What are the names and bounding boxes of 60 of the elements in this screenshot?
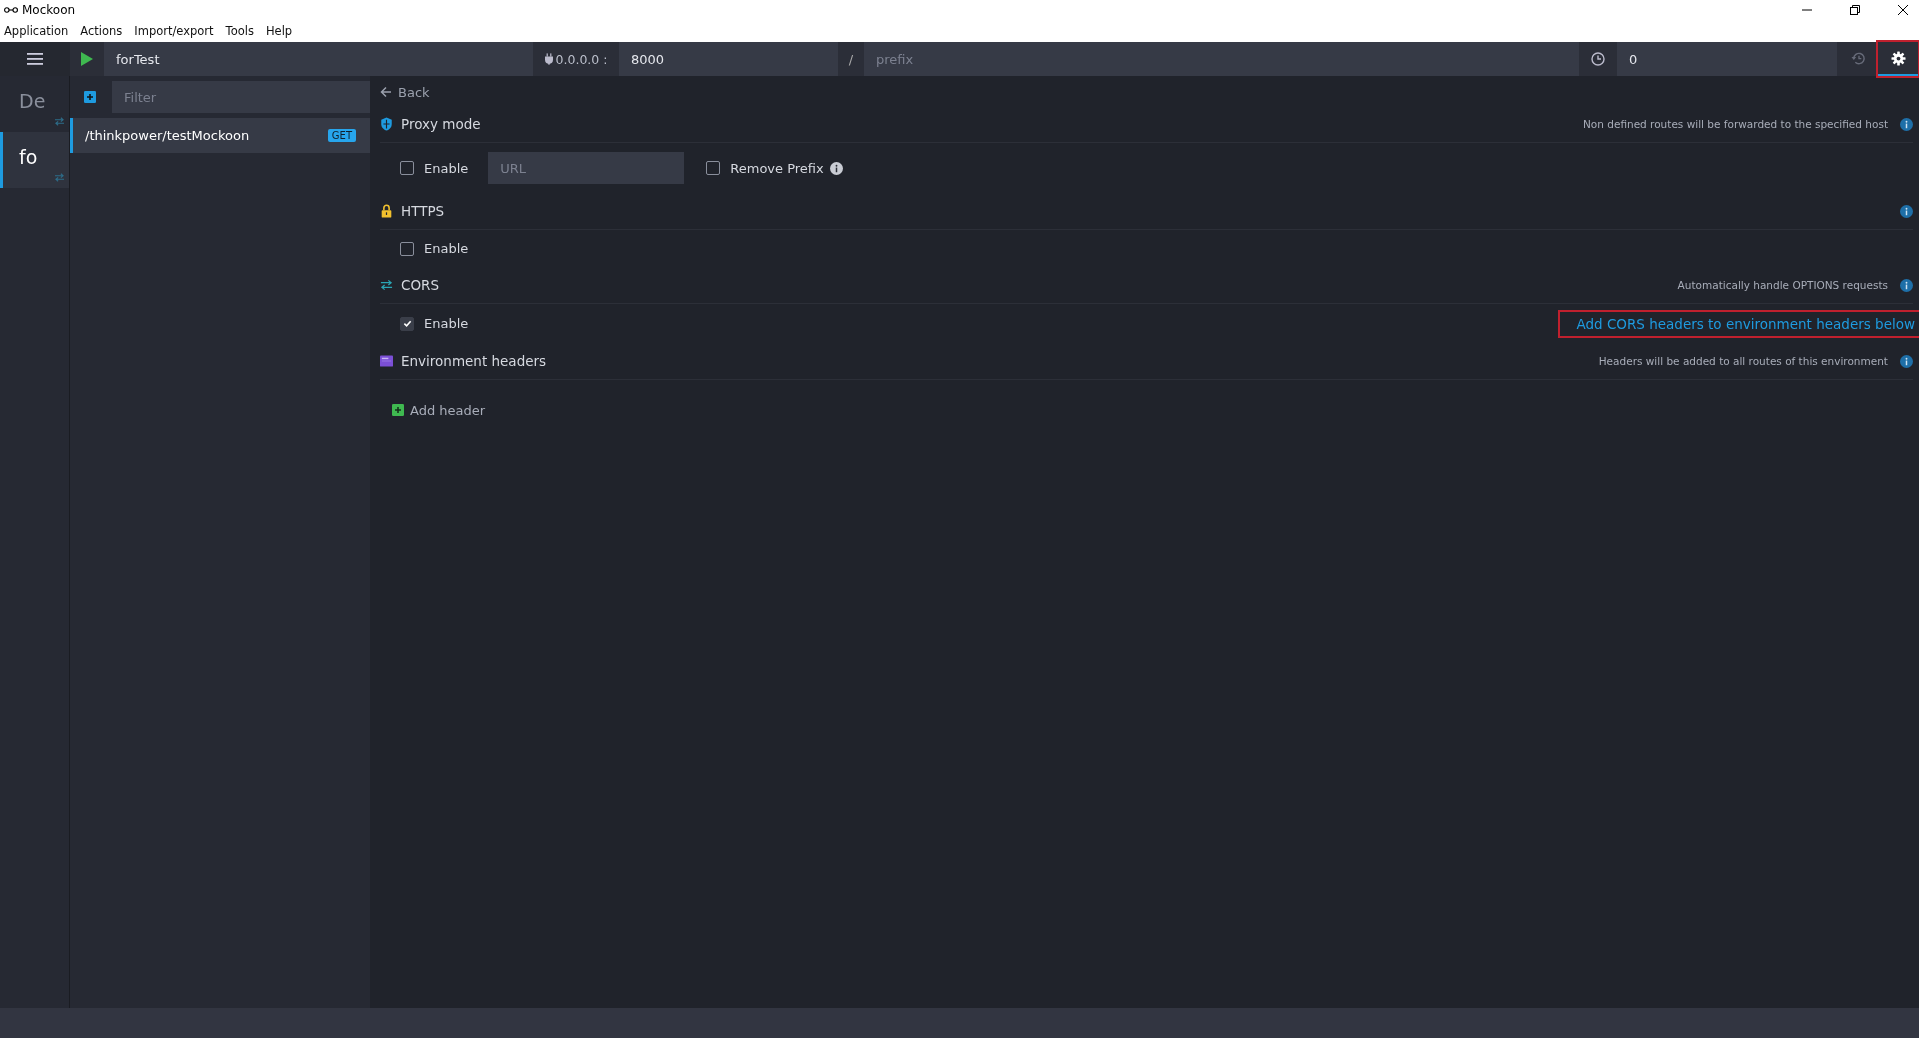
section-note: Automatically handle OPTIONS requests: [1677, 279, 1888, 291]
info-icon[interactable]: [1900, 117, 1913, 131]
info-icon[interactable]: [1900, 278, 1913, 292]
checkbox[interactable]: [706, 161, 721, 175]
checkbox-label: Enable: [424, 241, 469, 256]
cors-headers-link[interactable]: Add CORS headers to environment headers below: [1560, 311, 1919, 336]
section-note: Headers will be added to all routes of this environment: [1598, 355, 1888, 367]
window-title: Mockoon: [22, 3, 76, 17]
padlock-icon: [380, 204, 393, 218]
menu-item[interactable]: Actions: [80, 24, 123, 38]
shield-icon: [380, 117, 393, 131]
play-icon[interactable]: [81, 52, 93, 66]
swap-arrows-icon: [54, 173, 65, 182]
add-route-icon[interactable]: [84, 91, 96, 103]
info-icon[interactable]: [1900, 354, 1913, 368]
back-link[interactable]: Back: [380, 76, 1913, 106]
menu-item[interactable]: Application: [4, 24, 69, 38]
section-title: HTTPS: [401, 203, 445, 219]
swap-arrows-icon: [380, 278, 393, 292]
close-icon[interactable]: [1897, 4, 1909, 16]
menu-item[interactable]: Help: [265, 24, 293, 38]
checkbox-label: Enable: [424, 316, 469, 331]
plus-icon: [392, 404, 404, 416]
filter-field[interactable]: Filter: [112, 81, 370, 113]
checkbox[interactable]: [400, 161, 414, 175]
app-logo-icon: [4, 6, 18, 14]
swap-arrows-icon: [54, 117, 65, 126]
history-icon: [1850, 50, 1866, 66]
section-title: Environment headers: [401, 353, 547, 369]
method-badge: GET: [327, 129, 356, 142]
environment-item[interactable]: fo: [0, 132, 69, 188]
route-item[interactable]: /thinkpower/testMockoon GET: [70, 118, 370, 153]
checkbox-label: Enable: [424, 160, 469, 176]
environment-item[interactable]: De: [0, 76, 69, 132]
checkbox[interactable]: [400, 241, 414, 256]
info-icon[interactable]: [1900, 204, 1913, 218]
info-icon[interactable]: [829, 161, 843, 175]
menu-item[interactable]: Import/export: [134, 24, 214, 38]
menu-item[interactable]: Tools: [225, 24, 254, 38]
section-title: Proxy mode: [401, 116, 481, 132]
restore-icon[interactable]: [1849, 4, 1861, 16]
path-separator: /: [847, 50, 855, 69]
clock-icon: [1591, 52, 1605, 66]
latency-field[interactable]: 0: [1617, 42, 1837, 76]
card-icon: [380, 354, 393, 368]
environment-name-field[interactable]: forTest: [104, 42, 533, 76]
section-note: Non defined routes will be forwarded to the specified host: [1583, 118, 1888, 130]
section-title: CORS: [401, 277, 439, 293]
settings-icon: [1890, 50, 1906, 66]
checkmark-icon: [402, 319, 412, 328]
port-field[interactable]: 8000: [619, 42, 838, 76]
menu-icon[interactable]: [27, 53, 43, 65]
add-header-button[interactable]: Add header: [392, 402, 486, 418]
prefix-field[interactable]: prefix: [864, 42, 1579, 76]
settings-tab[interactable]: [1878, 42, 1918, 76]
url-field[interactable]: URL: [488, 152, 685, 184]
checkbox[interactable]: [400, 316, 414, 331]
plug-icon: [544, 53, 553, 65]
checkbox-label: Remove Prefix: [730, 160, 824, 176]
back-arrow-icon: [380, 86, 392, 98]
